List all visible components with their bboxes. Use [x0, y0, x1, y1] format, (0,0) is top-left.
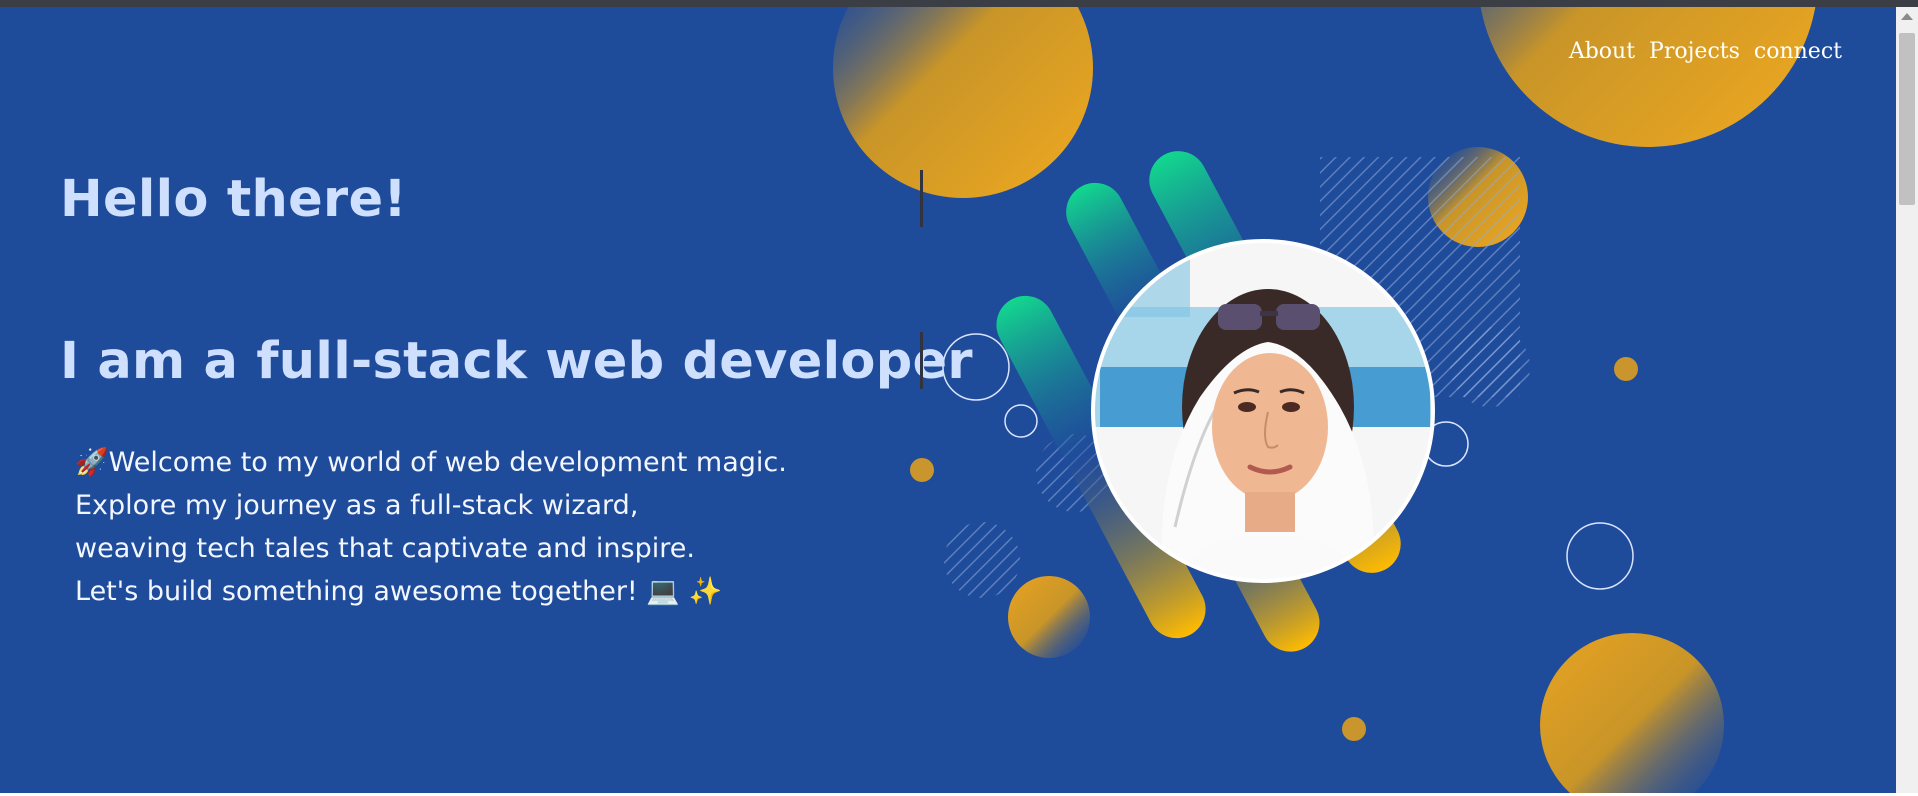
scroll-up-arrow-icon[interactable] [1901, 13, 1913, 20]
scroll-thumb[interactable] [1899, 33, 1915, 205]
outline-circle-2 [1004, 404, 1038, 438]
typing-cursor-2 [920, 332, 923, 389]
typing-cursor-1 [920, 170, 923, 227]
vertical-scrollbar[interactable] [1896, 7, 1918, 793]
gold-dot-1 [910, 458, 934, 482]
gold-circle-bottom [1008, 576, 1090, 658]
hatched-circle-3 [944, 522, 1020, 598]
gold-dot-3 [1342, 717, 1366, 741]
nav-link-connect[interactable]: connect [1754, 39, 1842, 64]
intro-paragraph: 🚀Welcome to my world of web development … [75, 441, 787, 613]
decorative-artwork [833, 7, 1816, 793]
intro-line-1: 🚀Welcome to my world of web development … [75, 447, 787, 478]
gold-dot-2 [1614, 357, 1638, 381]
gold-circle-top-center [833, 7, 1093, 198]
role-heading: I am a full-stack web developer [60, 332, 973, 391]
browser-top-bar [0, 0, 1918, 7]
nav-link-about[interactable]: About [1569, 39, 1635, 64]
greeting-heading: Hello there! [60, 170, 407, 229]
intro-line-2: Explore my journey as a full-stack wizar… [75, 490, 639, 521]
gold-circle-top-right [1480, 7, 1816, 147]
nav-link-projects[interactable]: Projects [1649, 39, 1740, 64]
outline-circle-3 [1566, 522, 1634, 590]
hatched-circle-1 [1450, 327, 1530, 407]
intro-line-3: weaving tech tales that captivate and in… [75, 533, 695, 564]
top-navigation: About Projects connect [1569, 39, 1842, 64]
intro-line-4: Let's build something awesome together! … [75, 576, 723, 607]
gold-circle-bottom-right [1540, 633, 1724, 793]
hero-section: About Projects connect Hello there! I am… [0, 7, 1896, 793]
